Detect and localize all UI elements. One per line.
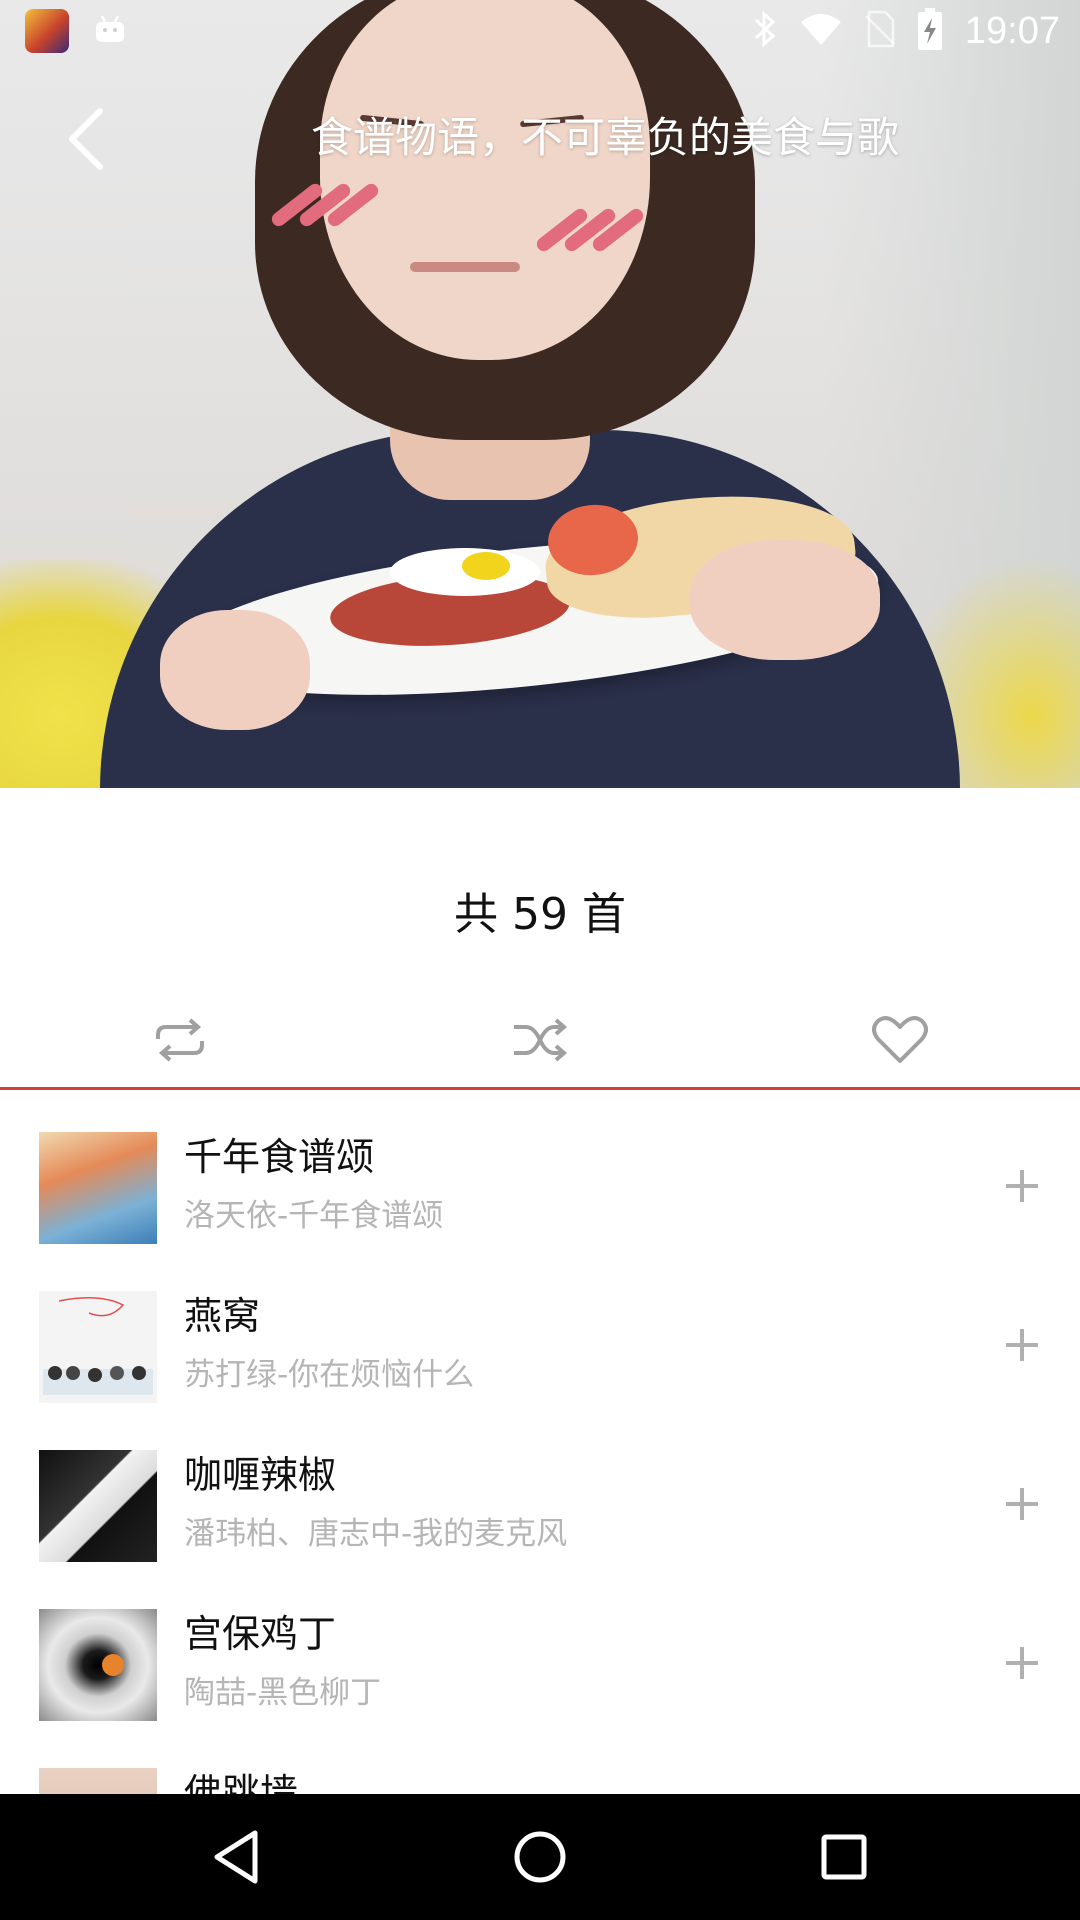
playlist-title: 食谱物语，不可辜负的美食与歌 — [310, 113, 899, 162]
nav-recents-icon — [821, 1834, 867, 1880]
song-row[interactable]: 咖喱辣椒 潘玮柏、唐志中-我的麦克风 — [0, 1408, 1080, 1567]
song-subtitle: 潘玮柏、唐志中-我的麦克风 — [184, 1516, 568, 1552]
navigation-bar — [0, 1794, 1080, 1920]
add-song-button[interactable] — [990, 1313, 1054, 1377]
plus-icon — [1006, 1488, 1038, 1520]
song-subtitle: 苏打绿-你在烦恼什么 — [184, 1357, 475, 1393]
nav-back-button[interactable] — [196, 1822, 276, 1892]
bluetooth-icon — [753, 10, 777, 52]
nav-home-button[interactable] — [500, 1822, 580, 1892]
heart-icon — [872, 1016, 928, 1063]
song-title: 燕窝 — [184, 1294, 261, 1338]
nav-recents-button[interactable] — [804, 1822, 884, 1892]
playlist-actions — [0, 990, 1080, 1090]
shuffle-icon — [514, 1018, 568, 1062]
plus-icon — [1006, 1170, 1038, 1202]
song-count: 共 59 首 — [454, 889, 626, 940]
song-subtitle: 陶喆-黑色柳丁 — [184, 1675, 382, 1711]
album-cover — [39, 1132, 157, 1244]
repeat-button[interactable] — [130, 998, 230, 1082]
song-row[interactable]: 宫保鸡丁 陶喆-黑色柳丁 — [0, 1567, 1080, 1726]
song-row[interactable]: 燕窝 苏打绿-你在烦恼什么 — [0, 1249, 1080, 1408]
status-bar: 19:07 — [0, 0, 1080, 63]
favorite-button[interactable] — [850, 998, 950, 1082]
no-sim-icon — [865, 10, 895, 52]
screen: 19:07 食谱物语，不可辜负的美食与歌 共 59 首 千年食谱颂 洛天依-千年… — [0, 0, 1080, 1920]
android-icon — [94, 14, 126, 44]
plus-icon — [1006, 1329, 1038, 1361]
repeat-icon — [156, 1018, 204, 1062]
nav-home-icon — [514, 1831, 566, 1883]
album-cover — [39, 1609, 157, 1721]
album-cover — [39, 1450, 157, 1562]
song-title: 佛跳墙 — [184, 1771, 299, 1794]
plus-icon — [1006, 1647, 1038, 1679]
chevron-left-icon — [69, 108, 103, 170]
add-song-button[interactable] — [990, 1472, 1054, 1536]
game-app-icon — [25, 9, 69, 53]
status-time: 19:07 — [964, 9, 1060, 52]
add-song-button[interactable] — [990, 1154, 1054, 1218]
battery-charging-icon — [917, 8, 943, 54]
wifi-icon — [799, 12, 843, 50]
album-cover — [39, 1768, 157, 1794]
album-cover — [39, 1291, 157, 1403]
back-button[interactable] — [54, 100, 118, 178]
song-row[interactable]: 千年食谱颂 洛天依-千年食谱颂 — [0, 1090, 1080, 1249]
nav-back-icon — [214, 1830, 258, 1884]
song-title: 千年食谱颂 — [184, 1135, 375, 1179]
song-list: 千年食谱颂 洛天依-千年食谱颂 燕窝 苏打绿-你在烦恼什么 咖喱辣椒 潘玮柏、唐… — [0, 1090, 1080, 1794]
add-song-button[interactable] — [990, 1631, 1054, 1695]
song-title: 咖喱辣椒 — [184, 1453, 337, 1497]
shuffle-button[interactable] — [490, 998, 590, 1082]
song-row[interactable]: 佛跳墙 — [0, 1726, 1080, 1794]
song-title: 宫保鸡丁 — [184, 1612, 337, 1656]
song-subtitle: 洛天依-千年食谱颂 — [184, 1198, 444, 1234]
